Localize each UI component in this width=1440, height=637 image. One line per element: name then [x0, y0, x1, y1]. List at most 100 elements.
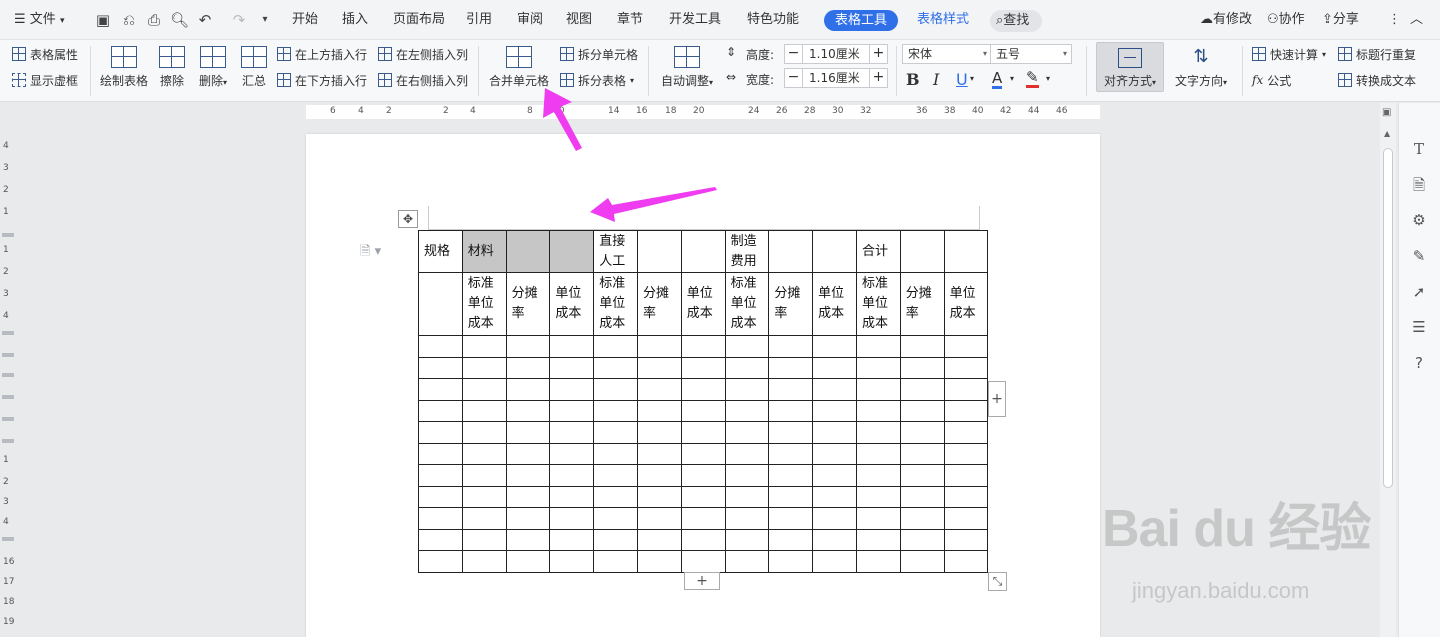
print-icon[interactable]: ⎙	[145, 11, 163, 29]
chevron-down-icon[interactable]: ▾	[970, 74, 974, 83]
table-cell[interactable]	[680, 378, 726, 401]
table-cell[interactable]: 单位成本	[549, 272, 595, 336]
table-cell[interactable]	[593, 464, 638, 487]
table-cell[interactable]	[899, 421, 945, 444]
table-cell[interactable]: 分摊率	[899, 272, 945, 336]
tab-chapter[interactable]: 章节	[617, 0, 643, 40]
table-cell[interactable]	[549, 528, 595, 551]
tab-references[interactable]: 引用	[466, 0, 492, 40]
table-cell[interactable]	[855, 442, 901, 465]
insert-row-below-button[interactable]: 在下方插入行	[277, 70, 367, 90]
table-cell[interactable]: 规格	[418, 230, 463, 273]
table-cell[interactable]	[812, 421, 857, 444]
table-cell[interactable]	[593, 421, 638, 444]
table-cell[interactable]	[812, 464, 857, 487]
table-cell[interactable]	[768, 399, 814, 422]
table-cell[interactable]	[680, 464, 726, 487]
table-cell[interactable]	[418, 442, 463, 465]
table-cell[interactable]: 单位成本	[812, 272, 857, 336]
increase-width-button[interactable]: +	[869, 69, 887, 87]
vertical-ruler[interactable]: 4 3 2 1 1 2 3 4 1 2 3 4 16 17 18 19	[0, 121, 16, 637]
table-cell[interactable]	[855, 464, 901, 487]
vertical-scrollbar[interactable]: ▣ ▲	[1380, 103, 1396, 637]
table-cell[interactable]	[812, 399, 857, 422]
convert-text-button[interactable]: 转换成文本	[1338, 70, 1416, 90]
table-cell[interactable]	[593, 442, 638, 465]
table-cell[interactable]: 制造费用	[724, 230, 770, 273]
table-cell[interactable]	[899, 230, 945, 273]
text-style-icon[interactable]: T	[1409, 139, 1429, 159]
table-cell[interactable]: 合计	[855, 230, 901, 273]
table-cell[interactable]	[768, 335, 814, 358]
auto-fit-button[interactable]: 自动调整▾	[656, 46, 718, 89]
text-direction-button[interactable]: ⇅ 文字方向▾	[1170, 46, 1232, 89]
table-cell[interactable]	[680, 485, 726, 508]
table-cell[interactable]	[418, 272, 463, 336]
decrease-width-button[interactable]: −	[785, 69, 803, 87]
changes-button[interactable]: ☁有修改	[1200, 0, 1252, 40]
decrease-height-button[interactable]: −	[785, 45, 803, 63]
table-cell[interactable]	[505, 464, 551, 487]
table-cell[interactable]	[943, 464, 989, 487]
table-cell[interactable]	[899, 464, 945, 487]
table-cell[interactable]: 标准单位成本	[593, 272, 638, 336]
table-cell-selected[interactable]: 材料	[461, 230, 507, 273]
table-cell[interactable]	[855, 421, 901, 444]
table-cell[interactable]	[461, 550, 507, 573]
table-cell[interactable]	[724, 507, 770, 530]
table-cell[interactable]	[680, 550, 726, 573]
ruler-row-marker[interactable]	[2, 395, 14, 399]
table-cell[interactable]	[899, 507, 945, 530]
table-cell[interactable]	[505, 399, 551, 422]
table-cell[interactable]	[768, 464, 814, 487]
table-cell[interactable]	[418, 550, 463, 573]
table-cell[interactable]	[593, 528, 638, 551]
width-value[interactable]: 1.16厘米	[809, 69, 860, 87]
quick-access-more-icon[interactable]: ▾	[256, 11, 274, 29]
italic-button[interactable]: I	[933, 70, 939, 89]
add-row-button[interactable]: +	[684, 572, 720, 590]
table-cell[interactable]	[724, 464, 770, 487]
table-cell[interactable]	[855, 399, 901, 422]
table-cell[interactable]	[768, 550, 814, 573]
table-cell[interactable]	[680, 442, 726, 465]
table-cell[interactable]	[549, 485, 595, 508]
erase-button[interactable]: 擦除	[158, 46, 186, 89]
table-cell[interactable]	[549, 356, 595, 379]
font-size-select[interactable]: 五号 ▾	[990, 44, 1072, 64]
table-cell[interactable]	[680, 356, 726, 379]
table-cell[interactable]	[593, 356, 638, 379]
table-cell[interactable]	[461, 421, 507, 444]
collapse-ribbon-icon[interactable]: ︿	[1410, 0, 1423, 40]
bold-button[interactable]: B	[906, 70, 920, 89]
underline-button[interactable]: U	[956, 70, 968, 89]
tab-features[interactable]: 特色功能	[747, 0, 799, 40]
table-cell[interactable]: 直接人工	[593, 230, 638, 273]
table-cell[interactable]	[812, 485, 857, 508]
insert-col-left-button[interactable]: 在左侧插入列	[378, 44, 468, 64]
draw-table-button[interactable]: 绘制表格	[100, 46, 148, 89]
increase-height-button[interactable]: +	[869, 45, 887, 63]
scroll-options-icon[interactable]: ▣	[1382, 107, 1391, 118]
tab-developer[interactable]: 开发工具	[669, 0, 721, 40]
table-cell[interactable]	[899, 485, 945, 508]
table-cell[interactable]	[855, 528, 901, 551]
table-cell[interactable]	[636, 507, 682, 530]
table-cell[interactable]	[943, 550, 989, 573]
add-column-button[interactable]: +	[988, 381, 1006, 417]
split-table-button[interactable]: 拆分表格 ▾	[560, 70, 634, 90]
tab-view[interactable]: 视图	[566, 0, 592, 40]
table-cell[interactable]	[768, 356, 814, 379]
resize-table-icon[interactable]: ⤡	[988, 572, 1007, 591]
tab-table-style[interactable]: 表格样式	[917, 0, 969, 40]
table-cell[interactable]	[505, 507, 551, 530]
table-cell[interactable]	[899, 550, 945, 573]
table-cell[interactable]	[418, 485, 463, 508]
table-cell[interactable]	[943, 485, 989, 508]
table-cell[interactable]	[812, 230, 857, 273]
table-cell[interactable]: 分摊率	[505, 272, 551, 336]
tab-home[interactable]: 开始	[292, 0, 318, 40]
table-cell[interactable]	[680, 421, 726, 444]
table-cell[interactable]	[593, 378, 638, 401]
table-cell[interactable]	[461, 528, 507, 551]
